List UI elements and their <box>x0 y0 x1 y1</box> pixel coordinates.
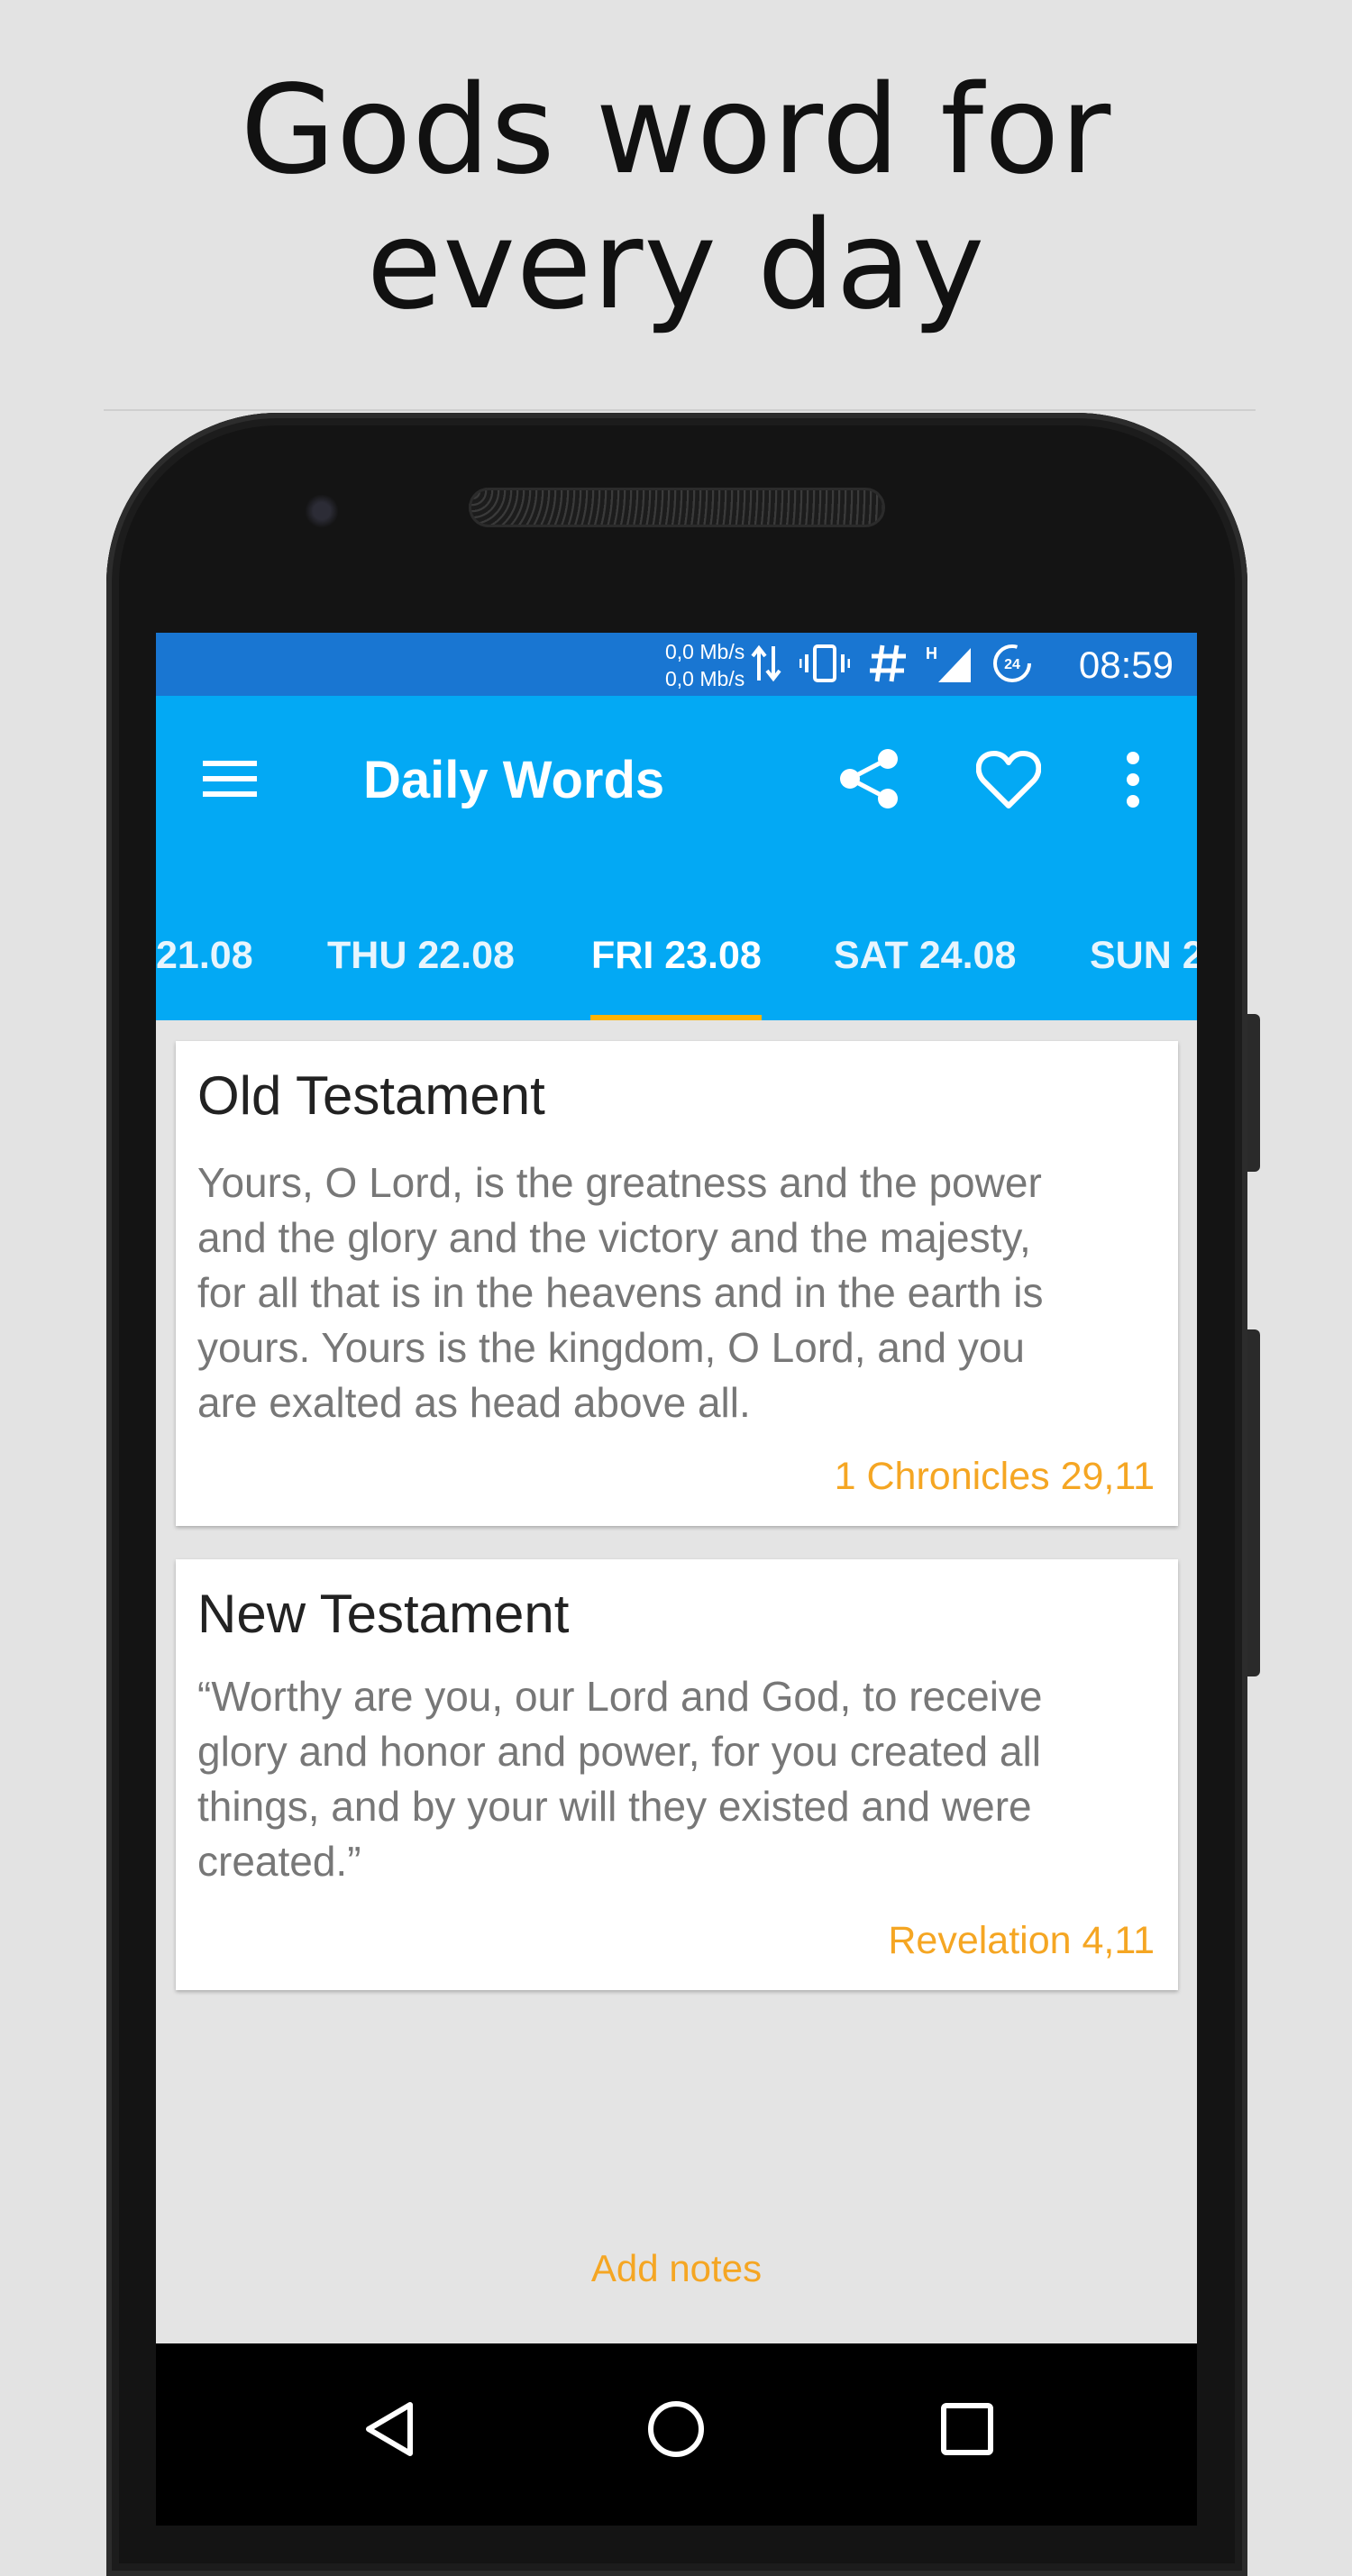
share-icon[interactable] <box>837 746 902 811</box>
tab-date[interactable]: SUN 2 <box>1090 919 1197 1020</box>
phone-side-button-lower <box>1247 1329 1260 1676</box>
verse-line: for all that is in the heavens and in th… <box>197 1269 1044 1316</box>
svg-text:24: 24 <box>1004 657 1020 672</box>
tab-date[interactable]: SAT 24.08 <box>834 919 1016 1020</box>
signal-icon: H <box>926 644 971 682</box>
heart-icon[interactable] <box>976 748 1041 811</box>
app-bar: Daily Words 21.08 THU 22.08 FRI 23.08 SA… <box>156 696 1197 1020</box>
card-verse-text: Yours, O Lord, is the greatness and the … <box>197 1156 1162 1430</box>
recents-icon[interactable] <box>936 2398 999 2461</box>
vibrate-icon <box>799 644 850 682</box>
phone-screen: 0,0 Mb/s 0,0 Mb/s H 24 08:59 Daily Words… <box>156 633 1197 2526</box>
network-speed-up: 0,0 Mb/s <box>665 640 745 663</box>
verse-line: and the glory and the victory and the ma… <box>197 1214 1031 1261</box>
headline-line-1: Gods word for <box>240 59 1112 202</box>
more-vert-icon[interactable] <box>1117 748 1149 811</box>
status-icons: H 24 <box>751 640 1034 687</box>
date-tabs: 21.08 THU 22.08 FRI 23.08 SAT 24.08 SUN … <box>156 919 1197 1020</box>
menu-icon[interactable] <box>201 750 259 808</box>
app-title: Daily Words <box>363 751 665 809</box>
svg-text:H: H <box>926 644 937 662</box>
status-bar: 0,0 Mb/s 0,0 Mb/s H 24 08:59 <box>156 633 1197 696</box>
card-reference: 1 Chronicles 29,11 <box>834 1455 1155 1498</box>
verse-line: “Worthy are you, our Lord and God, to re… <box>197 1673 1043 1720</box>
network-speed: 0,0 Mb/s 0,0 Mb/s <box>665 638 745 692</box>
data-saver-icon: 24 <box>993 644 1031 682</box>
headline-line-2: every day <box>366 195 986 337</box>
verse-line: yours. Yours is the kingdom, O Lord, and… <box>197 1324 1025 1371</box>
phone-side-button-upper <box>1247 1014 1260 1172</box>
card-reference: Revelation 4,11 <box>888 1919 1155 1962</box>
network-speed-down: 0,0 Mb/s <box>665 667 745 690</box>
back-icon[interactable] <box>360 2398 423 2461</box>
card-title: Old Testament <box>197 1065 545 1126</box>
speaker-grille <box>469 488 885 527</box>
hashtag-icon <box>870 644 906 682</box>
card-title: New Testament <box>197 1584 570 1644</box>
tab-date[interactable]: 21.08 <box>156 919 253 1020</box>
new-testament-card[interactable]: New Testament “Worthy are you, our Lord … <box>176 1559 1178 1990</box>
card-verse-text: “Worthy are you, our Lord and God, to re… <box>197 1669 1162 1889</box>
status-time: 08:59 <box>1078 644 1174 686</box>
tab-date-selected[interactable]: FRI 23.08 <box>591 919 762 1020</box>
verse-line: things, and by your will they existed an… <box>197 1783 1032 1830</box>
verse-line: created.” <box>197 1838 361 1885</box>
verse-line: Yours, O Lord, is the greatness and the … <box>197 1159 1042 1206</box>
verse-line: are exalted as head above all. <box>197 1379 751 1426</box>
add-notes-button[interactable]: Add notes <box>156 2246 1197 2291</box>
data-transfer-icon <box>751 644 781 682</box>
divider <box>104 409 1256 411</box>
headline: Gods word for every day <box>0 63 1352 333</box>
home-icon[interactable] <box>644 2398 708 2461</box>
old-testament-card[interactable]: Old Testament Yours, O Lord, is the grea… <box>176 1041 1178 1526</box>
navigation-bar <box>156 2343 1197 2526</box>
verse-line: glory and honor and power, for you creat… <box>197 1728 1041 1775</box>
tab-date[interactable]: THU 22.08 <box>327 919 515 1020</box>
front-camera <box>302 491 342 531</box>
tab-indicator <box>590 1015 762 1020</box>
